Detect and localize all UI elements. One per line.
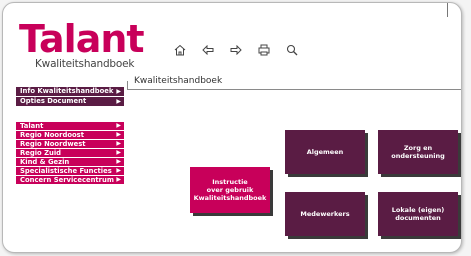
menu-item-specialistische-functies[interactable]: Specialistische Functies ▶ [16, 167, 124, 175]
menu-arrow-icon: ▶ [116, 122, 121, 129]
home-icon[interactable] [166, 40, 194, 60]
tile-medewerkers[interactable]: Medewerkers [285, 192, 365, 236]
tile-zorg-en-ondersteuning[interactable]: Zorg en ondersteuning [378, 130, 458, 174]
logo-subtitle: Kwaliteitshandboek [35, 58, 135, 70]
talant-logo[interactable]: Talant Kwaliteitshandboek [19, 17, 153, 70]
menu-arrow-icon: ▶ [116, 88, 121, 95]
logo-wordmark: Talant [19, 17, 145, 61]
back-icon[interactable] [194, 40, 222, 60]
toolbar [166, 40, 306, 60]
menu-item-regio-noordoost[interactable]: Regio Noordoost ▶ [16, 131, 124, 139]
menu-arrow-icon: ▶ [116, 131, 121, 138]
print-icon[interactable] [250, 40, 278, 60]
app-frame: Talant Kwaliteitshandboek Kwaliteitshand… [2, 2, 462, 253]
menu-item-label: Regio Noordwest [20, 140, 86, 148]
menu-item-concern-servicecentrum[interactable]: Concern Servicecentrum ▶ [16, 176, 124, 184]
menu-item-label: Kind & Gezin [20, 158, 70, 166]
menu-item-label: Info Kwaliteitshandboek [20, 87, 114, 95]
tile-label-line: Lokale (eigen) [391, 206, 445, 214]
search-icon[interactable] [278, 40, 306, 60]
tile-label-line: Zorg en [403, 144, 433, 152]
menu-arrow-icon: ▶ [116, 158, 121, 165]
menu-item-label: Regio Zuid [20, 149, 62, 157]
menu-item-info-kwaliteitshandboek[interactable]: Info Kwaliteitshandboek ▶ [16, 87, 124, 96]
menu-arrow-icon: ▶ [116, 98, 121, 105]
menu-arrow-icon: ▶ [116, 149, 121, 156]
tile-label: Medewerkers [300, 210, 349, 218]
forward-icon[interactable] [222, 40, 250, 60]
menu-item-label: Regio Noordoost [20, 131, 84, 139]
organization-menu: Talant ▶ Regio Noordoost ▶ Regio Noordwe… [16, 122, 124, 185]
menu-item-label: Concern Servicecentrum [20, 176, 114, 184]
menu-arrow-icon: ▶ [116, 167, 121, 174]
frame-edge-divider [447, 3, 448, 17]
menu-item-kind-gezin[interactable]: Kind & Gezin ▶ [16, 158, 124, 166]
menu-item-regio-noordwest[interactable]: Regio Noordwest ▶ [16, 140, 124, 148]
tile-label-line: Algemeen [306, 148, 344, 156]
menu-arrow-icon: ▶ [116, 140, 121, 147]
tile-label-line: ondersteuning [391, 152, 445, 160]
page-title: Kwaliteitshandboek [134, 76, 223, 86]
menu-item-regio-zuid[interactable]: Regio Zuid ▶ [16, 149, 124, 157]
tile-label: Algemeen [307, 148, 344, 156]
tile-lokale-documenten[interactable]: Lokale (eigen) documenten [378, 192, 458, 236]
menu-item-label: Specialistische Functies [20, 167, 112, 175]
tile-algemeen[interactable]: Algemeen [285, 130, 365, 174]
document-menu: Info Kwaliteitshandboek ▶ Opties Documen… [16, 87, 124, 107]
tile-label-line: Instructie [212, 178, 248, 186]
tile-label-line: Medewerkers [300, 210, 350, 218]
tile-label-line: documenten [395, 214, 441, 222]
menu-item-label: Opties Document [20, 97, 87, 105]
menu-item-label: Talant [20, 122, 44, 130]
menu-item-opties-document[interactable]: Opties Document ▶ [16, 97, 124, 106]
menu-item-talant[interactable]: Talant ▶ [16, 122, 124, 130]
tile-label: Instructie over gebruik Kwaliteitshandbo… [194, 178, 267, 202]
tile-label-line: over gebruik [206, 186, 254, 194]
tile-label: Zorg en ondersteuning [391, 144, 445, 160]
menu-arrow-icon: ▶ [116, 176, 121, 183]
tile-label-line: Kwaliteitshandboek [193, 194, 267, 202]
tile-instructie[interactable]: Instructie over gebruik Kwaliteitshandbo… [190, 167, 270, 213]
title-divider [127, 89, 461, 90]
tile-label: Lokale (eigen) documenten [392, 206, 444, 222]
